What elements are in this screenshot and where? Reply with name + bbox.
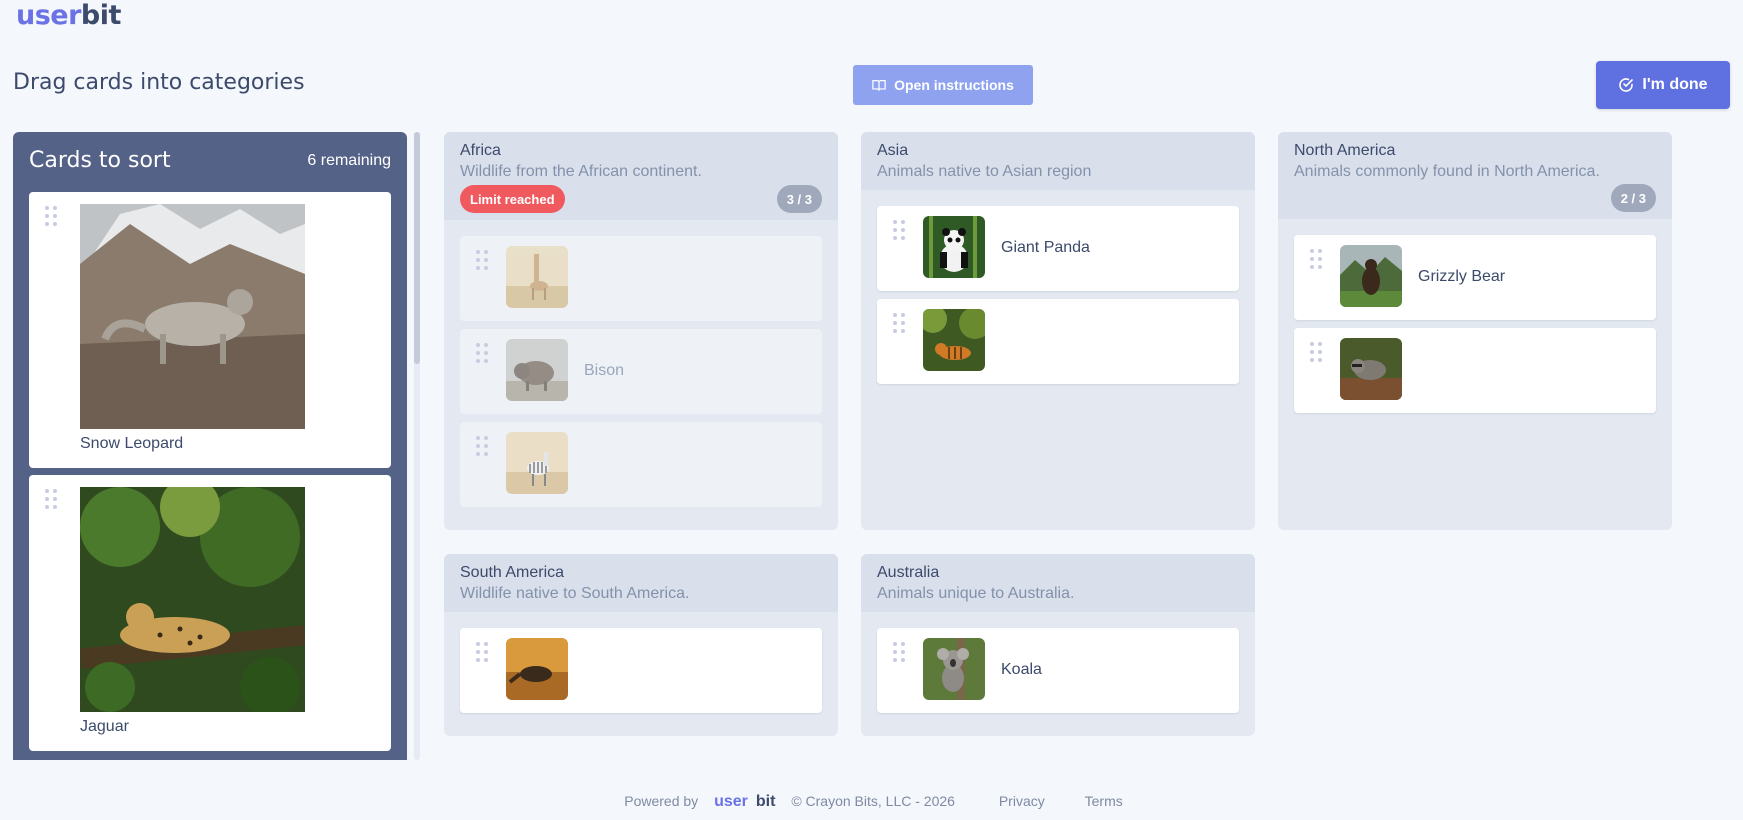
remaining-count: 6 remaining — [307, 151, 391, 169]
open-instructions-label: Open instructions — [894, 77, 1014, 93]
copyright-text: © Crayon Bits, LLC - 2026 — [791, 793, 955, 809]
card-raccoon[interactable] — [1294, 328, 1656, 413]
footer: Powered by user bit © Crayon Bits, LLC - … — [0, 793, 1743, 811]
drag-handle-icon[interactable] — [476, 642, 488, 662]
userbit-logo: userbit — [16, 0, 121, 31]
check-circle-icon — [1619, 78, 1634, 92]
category-description: Wildlife native to South America. — [460, 585, 690, 602]
zebra-image — [506, 432, 568, 494]
sort-panel-title: Cards to sort — [29, 148, 171, 173]
drag-handle-icon[interactable] — [893, 642, 905, 662]
card-koala[interactable]: Koala — [877, 628, 1239, 713]
category-description: Animals commonly found in North America. — [1294, 163, 1600, 180]
terms-link[interactable]: Terms — [1085, 793, 1123, 809]
limit-reached-badge: Limit reached — [460, 185, 565, 213]
card-label: Snow Leopard — [80, 435, 184, 452]
card-giraffe[interactable] — [460, 236, 822, 321]
card-label: Jaguar — [80, 718, 129, 735]
card-label: Koala — [1001, 661, 1042, 678]
card-label: Giant Panda — [1001, 239, 1090, 256]
card-snow-leopard[interactable]: Snow Leopard — [29, 192, 391, 468]
card-label: Bison — [584, 362, 625, 379]
drag-handle-icon[interactable] — [476, 250, 488, 270]
tiger-image — [923, 309, 985, 371]
category-description: Animals native to Asian region — [877, 163, 1092, 180]
anteater-image — [506, 638, 568, 700]
sort-panel-scrollbar[interactable] — [414, 132, 420, 760]
category-name: Asia — [877, 142, 909, 159]
category-asia[interactable]: Asia Animals native to Asian region Gian… — [861, 132, 1255, 530]
category-south-america[interactable]: South America Wildlife native to South A… — [444, 554, 838, 736]
im-done-button[interactable]: I'm done — [1596, 61, 1730, 109]
card-label: Grizzly Bear — [1418, 268, 1506, 285]
footer-brand-logo[interactable]: user bit — [710, 793, 779, 810]
category-name: Australia — [877, 564, 940, 581]
category-north-america[interactable]: North America Animals commonly found in … — [1278, 132, 1672, 530]
page-title: Drag cards into categories — [13, 70, 305, 95]
drag-handle-icon[interactable] — [45, 489, 57, 509]
drag-handle-icon[interactable] — [476, 343, 488, 363]
jaguar-image — [80, 487, 305, 712]
category-description: Animals unique to Australia. — [877, 585, 1075, 602]
cards-to-sort-panel: Cards to sort 6 remaining Snow Leopard J… — [13, 132, 407, 760]
drag-handle-icon[interactable] — [893, 220, 905, 240]
category-description: Wildlife from the African continent. — [460, 163, 702, 180]
category-name: South America — [460, 564, 565, 581]
category-africa[interactable]: Africa Wildlife from the African contine… — [444, 132, 838, 530]
giant-panda-image — [923, 216, 985, 278]
bison-image — [506, 339, 568, 401]
im-done-label: I'm done — [1642, 76, 1708, 93]
snow-leopard-image — [80, 204, 305, 429]
raccoon-image — [1340, 338, 1402, 400]
card-tiger[interactable] — [877, 299, 1239, 384]
card-grizzly-bear[interactable]: Grizzly Bear — [1294, 235, 1656, 320]
open-instructions-button[interactable]: Open instructions — [853, 65, 1033, 105]
category-name: North America — [1294, 142, 1396, 159]
grizzly-bear-image — [1340, 245, 1402, 307]
category-count-badge: 3 / 3 — [776, 185, 822, 213]
card-anteater[interactable] — [460, 628, 822, 713]
drag-handle-icon[interactable] — [476, 436, 488, 456]
privacy-link[interactable]: Privacy — [999, 793, 1045, 809]
category-name: Africa — [460, 142, 501, 159]
category-count-badge: 2 / 3 — [1610, 184, 1656, 212]
giraffe-image — [506, 246, 568, 308]
card-jaguar[interactable]: Jaguar — [29, 475, 391, 751]
drag-handle-icon[interactable] — [45, 206, 57, 226]
book-icon — [872, 80, 886, 91]
drag-handle-icon[interactable] — [1310, 249, 1322, 269]
card-zebra[interactable] — [460, 422, 822, 507]
powered-by-text: Powered by — [624, 793, 699, 809]
category-australia[interactable]: Australia Animals unique to Australia. K… — [861, 554, 1255, 736]
card-giant-panda[interactable]: Giant Panda — [877, 206, 1239, 291]
koala-image — [923, 638, 985, 700]
drag-handle-icon[interactable] — [893, 313, 905, 333]
card-bison[interactable]: Bison — [460, 329, 822, 414]
drag-handle-icon[interactable] — [1310, 342, 1322, 362]
